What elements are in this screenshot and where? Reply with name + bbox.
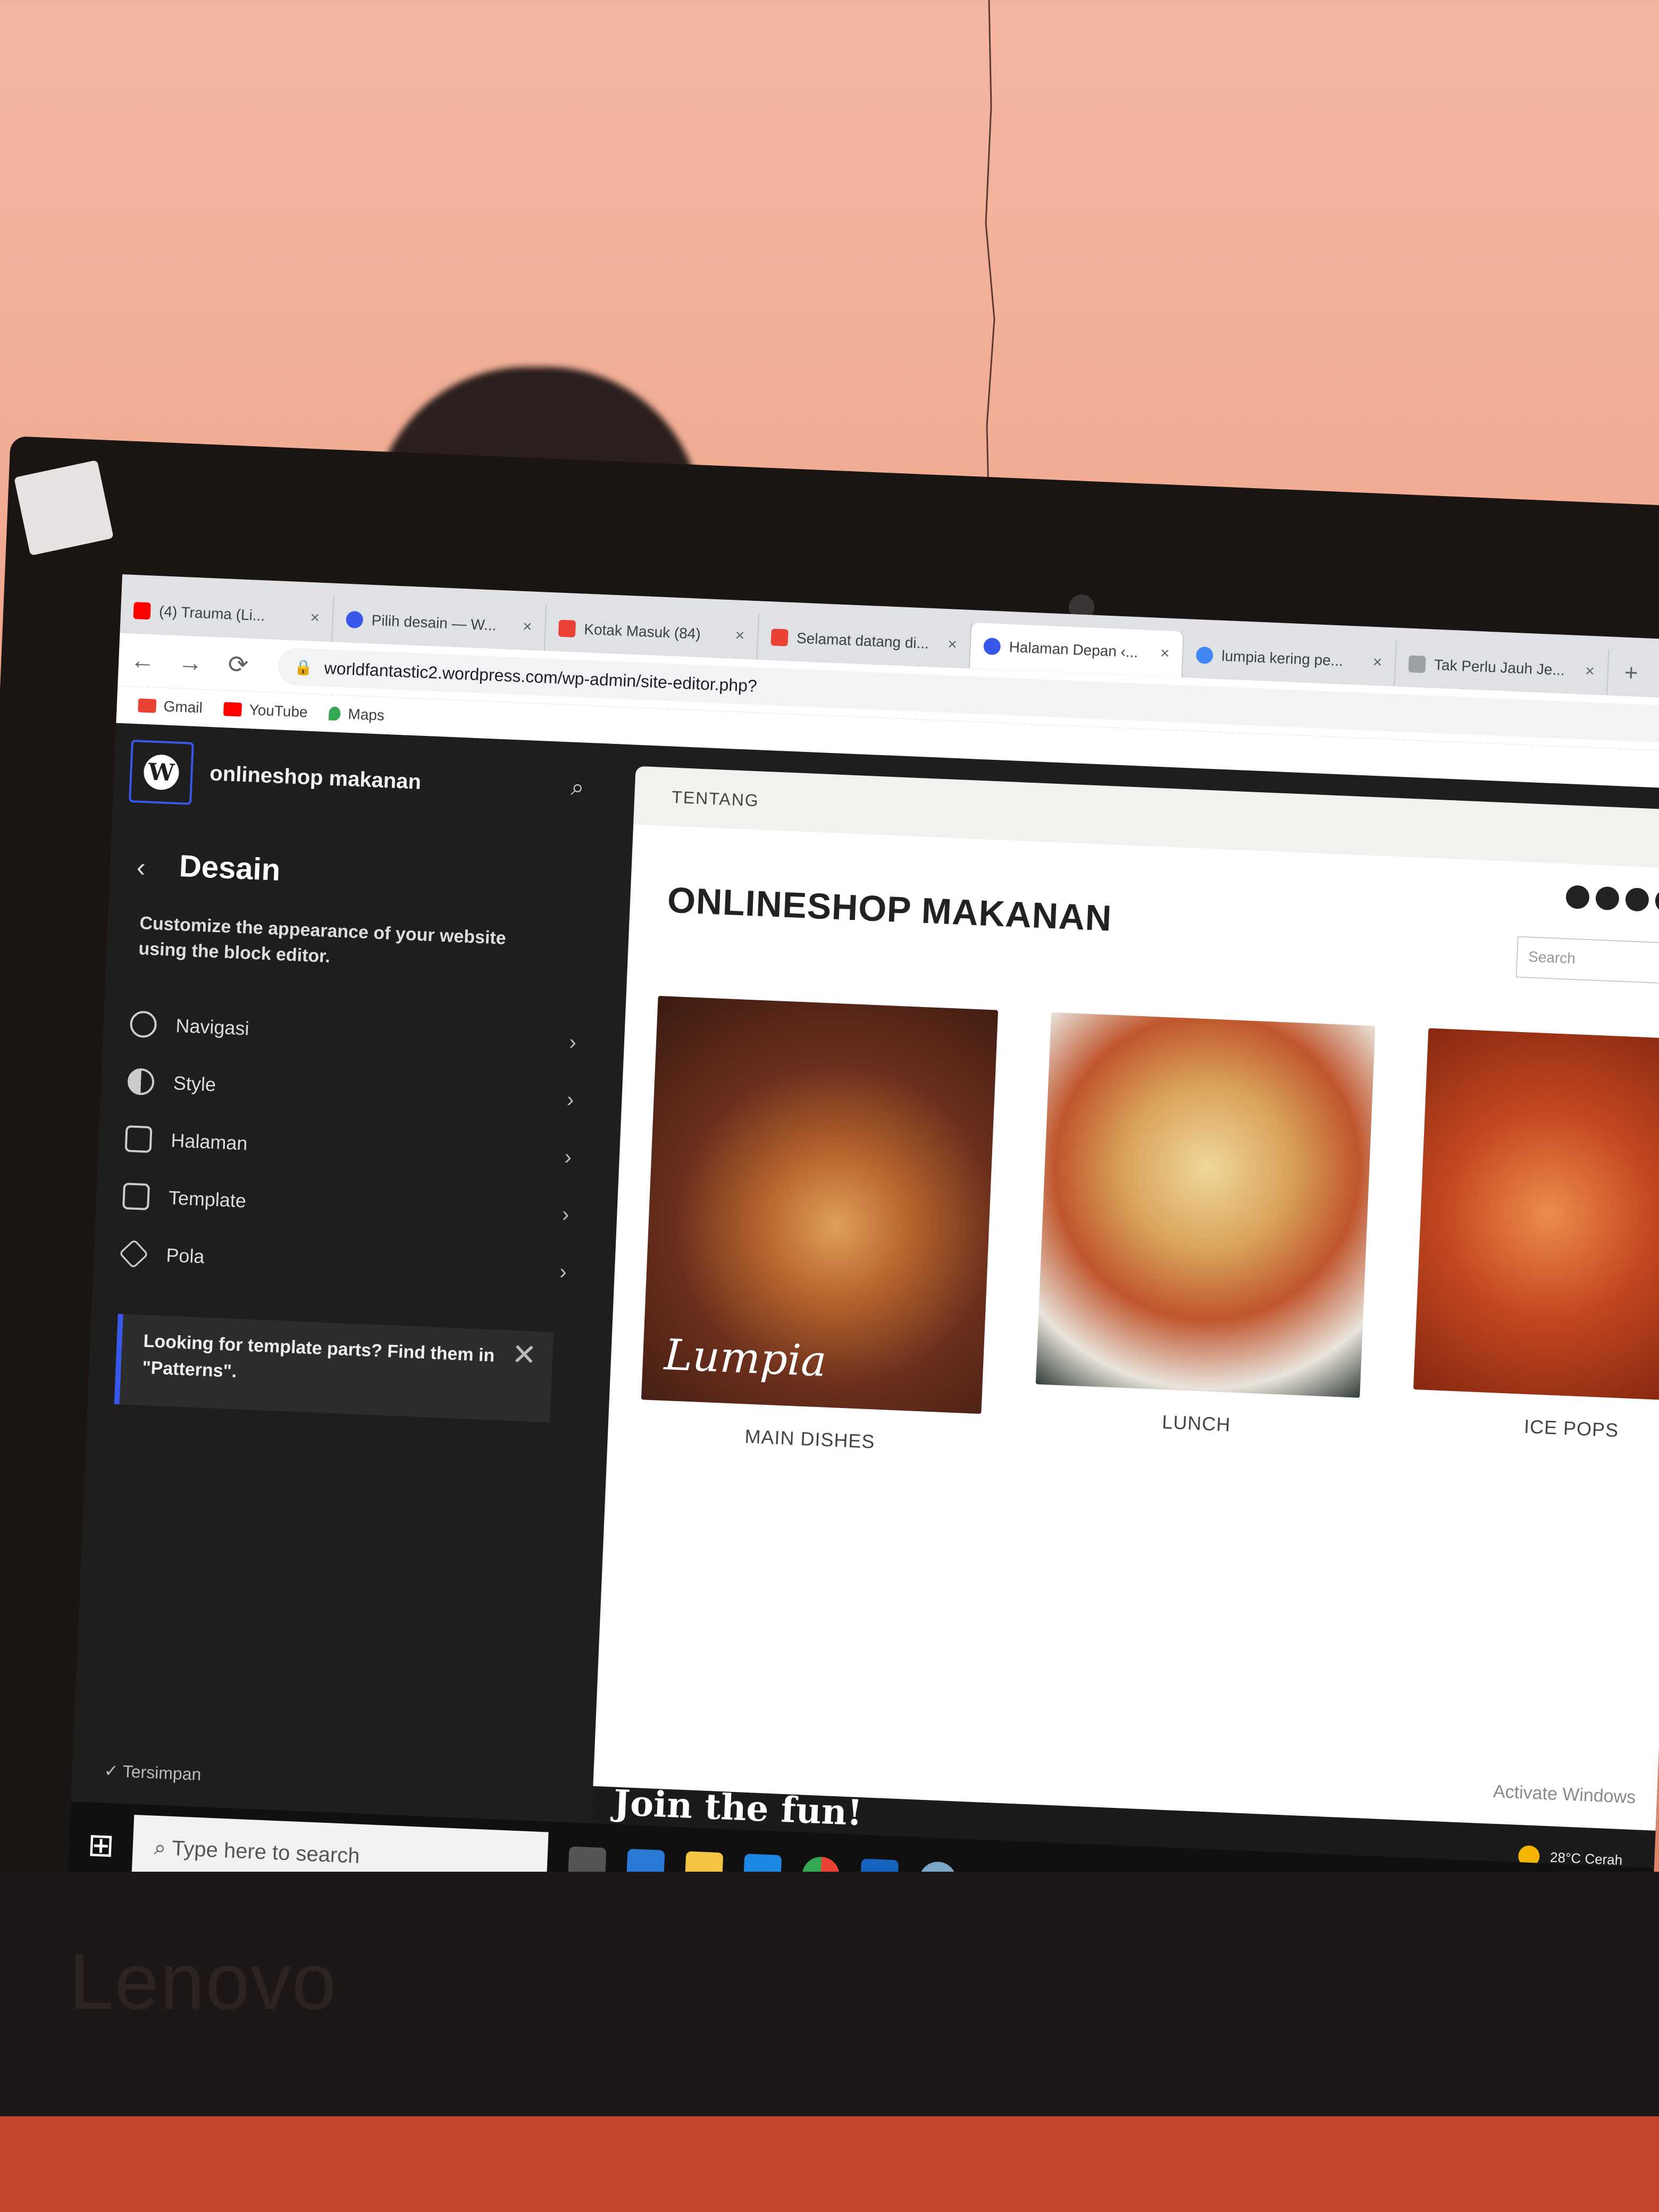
gmail-icon — [138, 698, 157, 713]
tab-5[interactable]: Halaman Depan ‹... × — [969, 622, 1185, 677]
close-icon[interactable]: × — [735, 626, 745, 645]
food-image[interactable]: Lumpia — [641, 995, 999, 1414]
back-icon[interactable]: ← — [118, 645, 167, 676]
bookmark-label: Maps — [347, 706, 385, 724]
template-parts-notice: Looking for template parts? Find them in… — [114, 1313, 554, 1423]
chevron-right-icon: › — [568, 1030, 577, 1054]
top-nav: TENTANG — [633, 766, 1659, 869]
menu-item-label: Halaman — [170, 1129, 248, 1154]
category-caption: MAIN DISHES — [744, 1425, 876, 1453]
close-icon[interactable]: × — [1160, 644, 1170, 663]
bookmark-maps[interactable]: Maps — [329, 705, 385, 724]
category-card[interactable]: Lumpia MAIN DISHES — [639, 995, 999, 1457]
back-chevron-icon[interactable]: ‹ — [136, 852, 146, 883]
category-caption: ICE POPS — [1523, 1415, 1619, 1442]
search-icon[interactable]: ⌕ — [571, 774, 585, 801]
wordpress-icon — [346, 610, 364, 629]
close-icon[interactable]: × — [948, 635, 958, 654]
tab-label: Tak Perlu Jauh Je... — [1434, 656, 1565, 678]
menu-item-label: Navigasi — [175, 1014, 250, 1040]
facebook-icon[interactable] — [1565, 885, 1590, 910]
tab-label: Pilih desain — W... — [371, 611, 497, 634]
category-caption: LUNCH — [1161, 1411, 1231, 1436]
pages-icon — [124, 1125, 153, 1153]
sidebar-description: Customize the appearance of your website… — [138, 912, 507, 967]
wordpress-icon — [983, 637, 1001, 656]
tab-1[interactable]: (4) Trauma (Li... × — [120, 586, 334, 642]
wordpress-logo-button[interactable]: W — [129, 739, 194, 805]
saved-label: Tersimpan — [122, 1762, 202, 1784]
nav-link-tentang[interactable]: TENTANG — [672, 787, 760, 810]
bookmark-label: Gmail — [163, 698, 203, 716]
gmail-icon — [770, 629, 789, 647]
tab-label: Kotak Masuk (84) — [583, 621, 701, 642]
template-icon — [122, 1183, 150, 1211]
desk-surface — [0, 2116, 1659, 2212]
category-grid: Lumpia MAIN DISHES LUNCH ICE POPS — [639, 995, 1659, 1489]
bookmark-gmail[interactable]: Gmail — [138, 697, 203, 716]
menu-item-label: Pola — [165, 1244, 205, 1268]
food-image[interactable] — [1413, 1028, 1659, 1403]
search-input[interactable]: Search — [1515, 936, 1659, 985]
editor-sidebar: W onlineshop makanan ⌕ ‹ Desain Customiz… — [71, 723, 626, 1823]
design-menu: Navigasi › Style › Halaman › Template › Pola… — [119, 995, 577, 1301]
wordpress-icon: W — [143, 754, 180, 791]
bookmark-label: YouTube — [249, 701, 308, 720]
instagram-icon[interactable] — [1595, 886, 1620, 911]
tab-label: Halaman Depan ‹... — [1009, 638, 1138, 661]
style-icon — [127, 1068, 155, 1096]
menu-item-label: Style — [173, 1071, 216, 1096]
tab-label: Selamat datang di... — [796, 630, 929, 652]
tab-4[interactable]: Selamat datang di... × — [757, 614, 972, 668]
navigation-icon — [129, 1010, 157, 1038]
site-brand[interactable]: ONLINESHOP MAKANAN — [667, 879, 1113, 940]
menu-item-label: Template — [168, 1186, 247, 1212]
social-icons — [1565, 885, 1659, 914]
category-card[interactable]: LUNCH — [1033, 1012, 1376, 1473]
youtube-icon — [133, 601, 151, 620]
pinterest-icon[interactable] — [1654, 889, 1659, 914]
taskbar-search-placeholder: Type here to search — [171, 1836, 361, 1868]
tab-label: (4) Trauma (Li... — [158, 602, 265, 624]
chevron-right-icon: › — [559, 1260, 567, 1284]
wp-site-editor: W onlineshop makanan ⌕ ‹ Desain Customiz… — [71, 723, 1659, 1884]
close-icon[interactable]: × — [1372, 653, 1382, 672]
link-icon — [1408, 655, 1426, 673]
google-icon — [1195, 646, 1214, 665]
tab-7[interactable]: Tak Perlu Jauh Je... × — [1395, 640, 1610, 696]
tab-label: lumpia kering pe... — [1221, 647, 1344, 669]
bookmark-youtube[interactable]: YouTube — [223, 700, 308, 721]
notice-text: Looking for template parts? Find them in… — [141, 1330, 495, 1382]
close-icon[interactable]: × — [1585, 662, 1595, 681]
forward-icon[interactable]: → — [166, 647, 215, 678]
maps-icon — [329, 706, 341, 721]
image-overlay-text: Lumpia — [663, 1330, 828, 1386]
youtube-icon — [223, 702, 242, 717]
patterns-icon — [119, 1238, 149, 1269]
lock-icon: 🔒 — [294, 658, 313, 676]
tab-3[interactable]: Kotak Masuk (84) × — [544, 605, 759, 660]
site-title[interactable]: onlineshop makanan — [210, 761, 422, 794]
tiktok-icon[interactable] — [1624, 887, 1649, 912]
category-card[interactable]: ICE POPS — [1410, 1028, 1659, 1489]
url-text: worldfantastic2.wordpress.com/wp-admin/s… — [324, 658, 758, 696]
sidebar-heading: Desain — [178, 848, 281, 887]
chevron-right-icon: › — [562, 1202, 570, 1226]
tab-2[interactable]: Pilih desain — W... × — [332, 596, 547, 651]
close-icon[interactable]: × — [522, 618, 532, 636]
food-image[interactable] — [1035, 1012, 1376, 1398]
lenovo-logo: Lenovo — [69, 1937, 338, 2026]
gmail-icon — [558, 619, 576, 638]
saved-status: ✓ Tersimpan — [104, 1761, 202, 1784]
close-icon[interactable]: ✕ — [511, 1337, 538, 1372]
tab-6[interactable]: lumpia kering pe... × — [1182, 631, 1397, 686]
reload-icon[interactable]: ⟳ — [214, 649, 263, 680]
screen: (4) Trauma (Li... × Pilih desain — W... × … — [65, 574, 1659, 2001]
chevron-right-icon: › — [566, 1087, 575, 1111]
new-tab-button[interactable]: + — [1607, 649, 1655, 697]
site-canvas[interactable]: TENTANG ONLINESHOP MAKANAN Search Lumpia… — [593, 766, 1659, 1831]
windows-start-icon[interactable]: ⊞ — [68, 1825, 133, 1865]
close-icon[interactable]: × — [310, 609, 320, 627]
chevron-right-icon: › — [564, 1145, 572, 1169]
